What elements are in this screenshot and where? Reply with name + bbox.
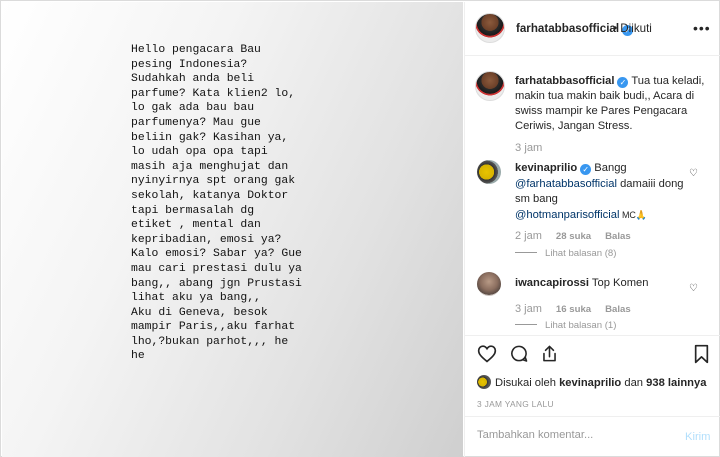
caption-time[interactable]: 3 jam [515,142,542,154]
comment-item: kevinaprilio ✓ Bangg @farhatabbasofficial… [515,161,695,223]
reply-button[interactable]: Balas [605,304,631,315]
comment-username[interactable]: iwancapirossi [515,277,589,289]
verified-badge-icon: ✓ [580,164,592,175]
post-sidebar: farhatabbasofficial ✓ • Diikuti ••• farha… [464,2,720,457]
like-comment-heart-icon[interactable]: ♡ [689,168,698,179]
liker-avatar[interactable] [477,375,491,389]
follow-status[interactable]: • Diikuti [613,22,652,35]
following-button[interactable]: Diikuti [620,22,652,35]
comment-avatar[interactable] [477,160,501,184]
comment-time[interactable]: 3 jam [515,303,542,315]
post-image[interactable]: Hello pengacara Bau pesing Indonesia? Su… [2,2,463,457]
author-avatar[interactable] [475,13,505,43]
post-frame: Hello pengacara Bau pesing Indonesia? Su… [0,0,720,457]
comment-meta: 3 jam 16 suka Balas [515,303,631,315]
view-replies[interactable]: Lihat balasan (8) [515,248,616,259]
add-comment-bar: Kirim [465,416,720,457]
more-options-icon[interactable]: ••• [693,20,711,36]
comment-text: Bangg [591,162,627,174]
comment-item: iwancapirossi Top Komen [515,276,695,292]
post-comment-button[interactable]: Kirim [685,431,710,443]
replies-line [515,324,537,325]
verified-badge-icon: ✓ [617,77,629,88]
post-time-ago[interactable]: 3 JAM YANG LALU [477,399,554,409]
mention-link[interactable]: @farhatabbasofficial [515,178,617,190]
comment-meta: 2 jam 28 suka Balas [515,230,631,242]
like-heart-icon[interactable] [477,344,497,363]
share-icon[interactable] [540,344,559,363]
story-text: Hello pengacara Bau pesing Indonesia? Su… [131,44,302,363]
mention-link[interactable]: @hotmanparisofficial [515,209,619,221]
post-header: farhatabbasofficial ✓ • Diikuti ••• [465,2,720,56]
view-replies-label[interactable]: Lihat balasan (8) [545,248,616,259]
caption-username[interactable]: farhatabbasofficial [515,75,614,87]
likes-summary: Disukai oleh kevinaprilio dan 938 lainny… [477,375,706,389]
comment-username[interactable]: kevinaprilio [515,162,577,174]
comment-avatar[interactable] [477,272,501,296]
replies-line [515,252,537,253]
likes-count[interactable]: 938 lainnya [646,377,706,389]
comment-bubble-icon[interactable] [509,344,529,363]
view-replies[interactable]: Lihat balasan (1) [515,320,616,331]
comment-time[interactable]: 2 jam [515,230,542,242]
comment-text: Top Komen [589,277,649,289]
author-username[interactable]: farhatabbasofficial [516,22,619,35]
comment-input[interactable] [477,429,667,441]
likes-middle: dan [621,377,647,389]
caption: farhatabbasofficial ✓ Tua tua keladi, mak… [515,74,715,134]
liker-username[interactable]: kevinaprilio [559,377,621,389]
like-comment-heart-icon[interactable]: ♡ [689,283,698,294]
separator-dot: • [613,22,618,35]
comment-text: MC🙏 [619,209,648,220]
likes-prefix: Disukai oleh [495,377,560,389]
comment-likes[interactable]: 16 suka [556,304,591,315]
reply-button[interactable]: Balas [605,231,631,242]
divider [465,335,720,336]
caption-avatar[interactable] [475,71,505,101]
comment-likes[interactable]: 28 suka [556,231,591,242]
view-replies-label[interactable]: Lihat balasan (1) [545,320,616,331]
save-bookmark-icon[interactable] [693,344,710,364]
